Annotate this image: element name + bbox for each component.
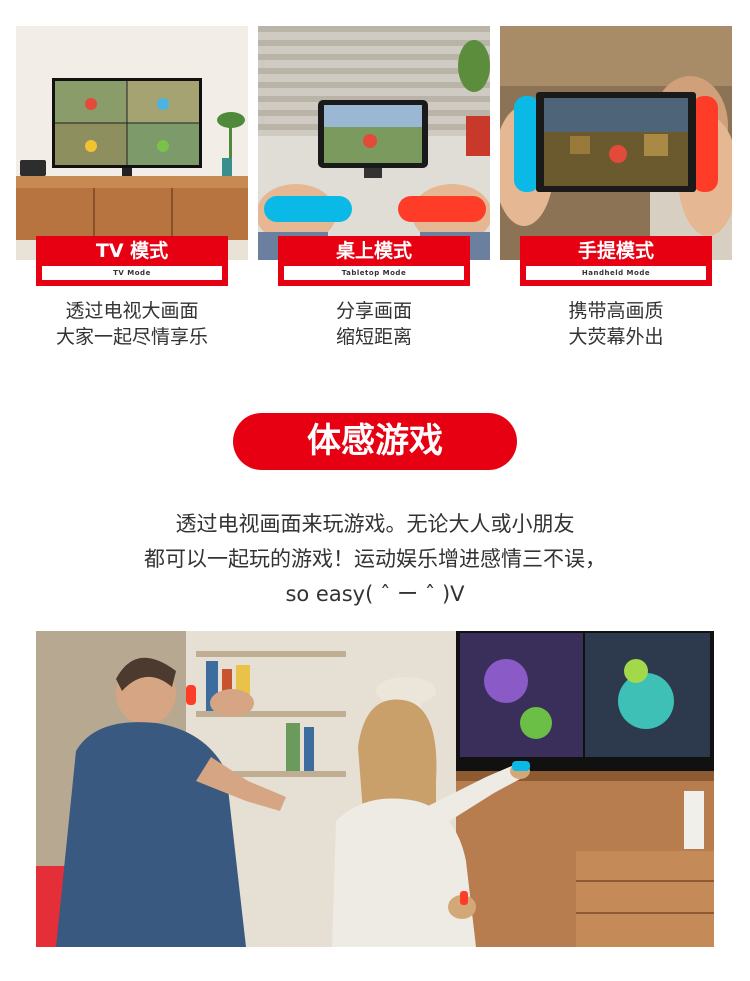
- tv-mode-photo: [16, 26, 248, 260]
- tv-mode-label: TV 模式 TV Mode: [36, 236, 228, 286]
- tabletop-mode-description: 分享画面 缩短距离: [258, 298, 490, 350]
- handheld-mode-title: 手提模式: [577, 240, 654, 262]
- intro-line-1: 透过电视画面来玩游戏。无论大人或小朋友: [175, 512, 575, 536]
- desc-line: 携带高画质: [568, 300, 664, 322]
- intro-line-2: 都可以一起玩的游戏！运动娱乐增进感情三不误，: [144, 547, 606, 571]
- desc-line: 缩短距离: [335, 326, 412, 348]
- tv-mode-title: TV 模式: [95, 240, 169, 262]
- desc-line: 透过电视大画面: [65, 300, 199, 322]
- desc-line: 分享画面: [335, 300, 412, 322]
- section-title: 体感游戏: [233, 413, 517, 470]
- tabletop-mode-title: 桌上模式: [335, 240, 412, 262]
- desc-line: 大荧幕外出: [568, 326, 664, 348]
- handheld-mode-description: 携带高画质 大荧幕外出: [500, 298, 732, 350]
- desc-line: 大家一起尽情享乐: [55, 326, 208, 348]
- intro-line-3: so easy( ˆ ー ˆ )V: [285, 582, 465, 606]
- motion-game-photo: [36, 631, 714, 947]
- tabletop-mode-photo: [258, 26, 490, 260]
- tv-mode-description: 透过电视大画面 大家一起尽情享乐: [16, 298, 248, 350]
- handheld-mode-subtitle: Handheld Mode: [526, 266, 706, 280]
- handheld-mode-photo: [500, 26, 732, 260]
- tabletop-mode-subtitle: Tabletop Mode: [284, 266, 464, 280]
- handheld-mode-label: 手提模式 Handheld Mode: [520, 236, 712, 286]
- tabletop-mode-label: 桌上模式 Tabletop Mode: [278, 236, 470, 286]
- tv-mode-subtitle: TV Mode: [42, 266, 222, 280]
